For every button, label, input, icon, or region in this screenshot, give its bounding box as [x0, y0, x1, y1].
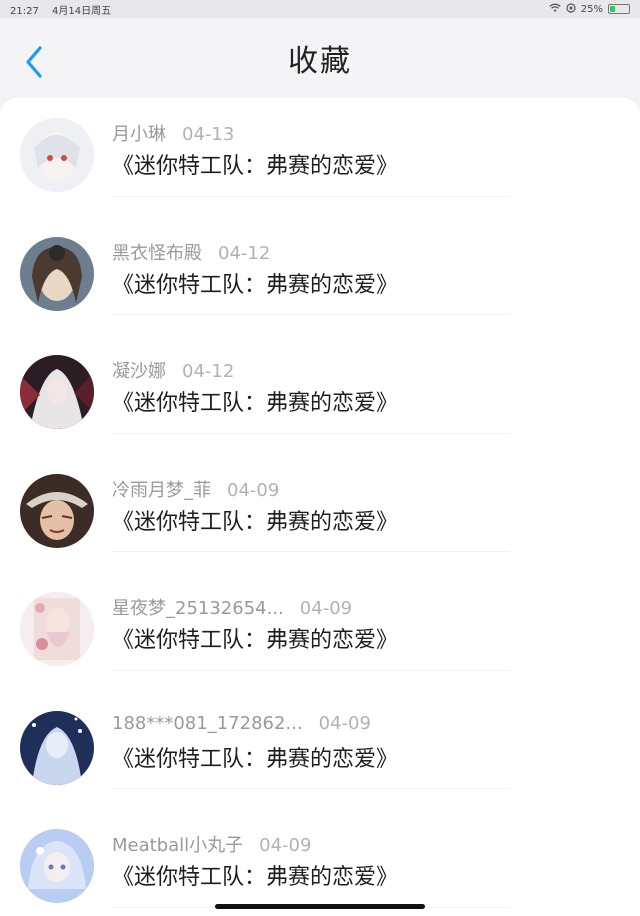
item-date: 04-09	[259, 835, 312, 856]
favorites-list: 月小琳 04-13 《迷你特工队：弗赛的恋爱》 黑衣怪布殿 04-12 《迷你特工队…	[0, 98, 640, 908]
username[interactable]: 188***081_172862...	[112, 713, 303, 734]
item-meta: 188***081_172862... 04-09	[112, 713, 371, 734]
list-item[interactable]: 冷雨月梦_菲 04-09 《迷你特工队：弗赛的恋爱》	[0, 434, 640, 552]
battery-percent: 25%	[580, 3, 603, 15]
item-meta: 凝沙娜 04-12	[112, 357, 234, 383]
item-title[interactable]: 《迷你特工队：弗赛的恋爱》	[112, 267, 398, 299]
wifi-icon	[549, 3, 561, 16]
item-title[interactable]: 《迷你特工队：弗赛的恋爱》	[112, 741, 398, 773]
avatar[interactable]	[20, 355, 94, 429]
username[interactable]: 星夜梦_25132654...	[112, 598, 284, 619]
avatar[interactable]	[20, 473, 94, 548]
item-meta: 星夜梦_25132654... 04-09	[112, 594, 352, 620]
item-title[interactable]: 《迷你特工队：弗赛的恋爱》	[112, 148, 398, 180]
item-meta: Meatball小丸子 04-09	[112, 831, 311, 857]
item-date: 04-09	[318, 712, 371, 734]
item-title[interactable]: 《迷你特工队：弗赛的恋爱》	[112, 622, 398, 654]
username[interactable]: 黑衣怪布殿	[112, 243, 202, 264]
username[interactable]: 月小琳	[112, 124, 166, 145]
page-title: 收藏	[288, 44, 352, 79]
item-meta: 月小琳 04-13	[112, 120, 234, 146]
avatar[interactable]	[20, 236, 94, 311]
item-title[interactable]: 《迷你特工队：弗赛的恋爱》	[112, 859, 398, 891]
item-meta: 黑衣怪布殿 04-12	[112, 239, 270, 265]
list-item[interactable]: 月小琳 04-13 《迷你特工队：弗赛的恋爱》	[0, 98, 640, 197]
back-button[interactable]	[18, 44, 50, 84]
item-date: 04-13	[182, 124, 235, 145]
status-date: 4月14日周五	[52, 5, 112, 17]
username[interactable]: Meatball小丸子	[112, 835, 243, 856]
list-item[interactable]: 星夜梦_25132654... 04-09 《迷你特工队：弗赛的恋爱》	[0, 552, 640, 671]
list-item[interactable]: 188***081_172862... 04-09 《迷你特工队：弗赛的恋爱》	[0, 671, 640, 789]
list-item[interactable]: 凝沙娜 04-12 《迷你特工队：弗赛的恋爱》	[0, 315, 640, 434]
item-date: 04-12	[218, 242, 271, 264]
item-meta: 冷雨月梦_菲 04-09	[112, 476, 279, 502]
list-item[interactable]: 黑衣怪布殿 04-12 《迷你特工队：弗赛的恋爱》	[0, 197, 640, 315]
home-indicator[interactable]	[215, 904, 425, 909]
location-icon	[566, 2, 576, 16]
item-date: 04-09	[299, 598, 353, 619]
item-date: 04-09	[227, 479, 280, 501]
item-title[interactable]: 《迷你特工队：弗赛的恋爱》	[112, 504, 398, 536]
header: 收藏	[0, 18, 640, 98]
item-title[interactable]: 《迷你特工队：弗赛的恋爱》	[112, 385, 398, 417]
avatar[interactable]	[20, 829, 94, 903]
favorites-list-container: 月小琳 04-13 《迷你特工队：弗赛的恋爱》 黑衣怪布殿 04-12 《迷你特工队…	[0, 98, 640, 916]
list-item[interactable]: Meatball小丸子 04-09 《迷你特工队：弗赛的恋爱》	[0, 789, 640, 908]
item-date: 04-12	[182, 361, 235, 382]
battery-icon	[608, 4, 630, 14]
username[interactable]: 冷雨月梦_菲	[112, 480, 211, 501]
status-bar: 21:27 4月14日周五 25%	[0, 0, 640, 18]
avatar[interactable]	[20, 118, 94, 192]
avatar[interactable]	[20, 592, 94, 666]
status-time: 21:27	[10, 5, 39, 17]
username[interactable]: 凝沙娜	[112, 361, 166, 382]
chevron-left-icon	[24, 45, 44, 83]
avatar[interactable]	[20, 710, 94, 785]
